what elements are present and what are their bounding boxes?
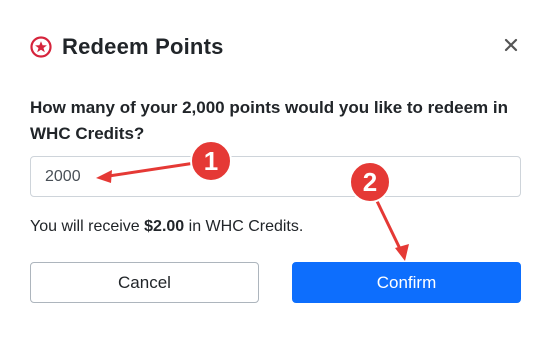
cancel-button[interactable]: Cancel <box>30 262 259 303</box>
receive-amount: $2.00 <box>144 218 185 235</box>
receive-suffix: in WHC Credits. <box>184 218 304 235</box>
redeem-points-dialog: Redeem Points How many of your 2,000 poi… <box>0 0 551 344</box>
redeem-question: How many of your 2,000 points would you … <box>30 98 508 143</box>
dialog-header: Redeem Points <box>30 32 224 62</box>
receive-prefix: You will receive <box>30 218 145 235</box>
star-circle-icon <box>30 36 52 58</box>
receive-summary: You will receive $2.00 in WHC Credits. <box>30 218 303 236</box>
confirm-button[interactable]: Confirm <box>292 262 521 303</box>
dialog-title: Redeem Points <box>62 34 224 59</box>
close-icon[interactable] <box>503 37 519 53</box>
points-input[interactable] <box>30 156 521 197</box>
